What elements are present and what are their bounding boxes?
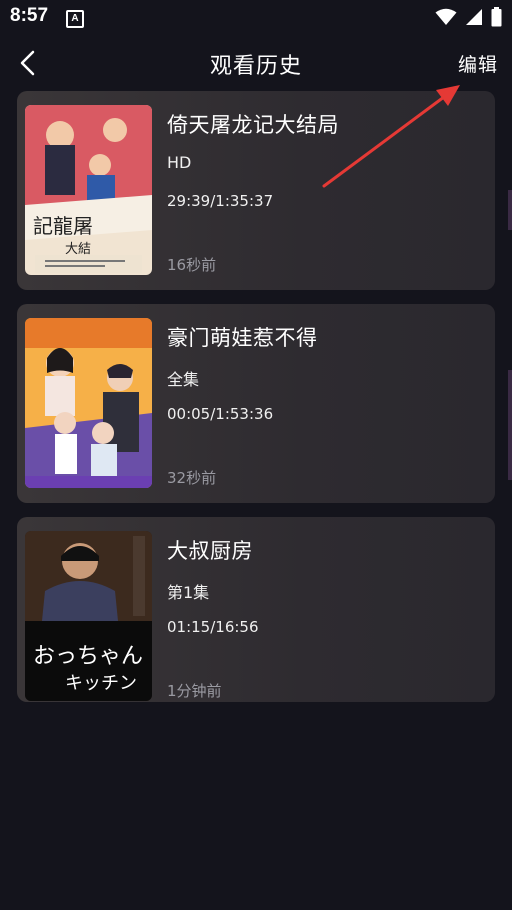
edit-button[interactable]: 编辑 (458, 50, 498, 77)
poster-thumbnail (25, 318, 152, 488)
history-title: 大叔厨房 (167, 539, 253, 563)
history-progress: 29:39/1:35:37 (167, 192, 274, 210)
history-title: 倚天屠龙记大结局 (167, 113, 339, 137)
poster-image (25, 318, 152, 488)
header: 观看历史 编辑 (0, 36, 512, 90)
history-time-ago: 1分钟前 (167, 682, 222, 700)
status-time: 8:57 (10, 5, 49, 26)
history-time-ago: 16秒前 (167, 256, 217, 274)
poster-thumbnail: おっちゃん キッチン (25, 531, 152, 701)
wifi-icon (435, 8, 457, 25)
history-progress: 01:15/16:56 (167, 618, 259, 636)
status-bar: 8:57 A (0, 0, 512, 36)
history-item[interactable]: おっちゃん キッチン 大叔厨房 第1集 01:15/16:56 1分钟前 (17, 517, 495, 702)
svg-text:記龍屠: 記龍屠 (33, 214, 93, 238)
history-progress: 00:05/1:53:36 (167, 405, 274, 423)
screen: 8:57 A 观看历史 编辑 記龍屠 大結 倚天屠龙记大结局 HD 29:39/… (0, 0, 512, 910)
history-list: 記龍屠 大結 倚天屠龙记大结局 HD 29:39/1:35:37 16秒前 豪门… (17, 91, 495, 716)
svg-text:キッチン: キッチン (65, 673, 137, 694)
history-episode: 全集 (167, 370, 200, 389)
svg-text:大結: 大結 (65, 242, 91, 257)
poster-image: 記龍屠 大結 (25, 105, 152, 275)
poster-thumbnail: 記龍屠 大結 (25, 105, 152, 275)
history-episode: HD (167, 153, 192, 172)
status-icons (435, 7, 502, 27)
battery-icon (491, 7, 502, 27)
a-icon: A (66, 10, 84, 28)
history-item[interactable]: 記龍屠 大結 倚天屠龙记大结局 HD 29:39/1:35:37 16秒前 (17, 91, 495, 290)
poster-image: おっちゃん キッチン (25, 531, 152, 701)
history-episode: 第1集 (167, 583, 210, 602)
edge-decoration (508, 190, 512, 230)
signal-icon (466, 9, 482, 25)
edge-decoration (508, 370, 512, 480)
history-item[interactable]: 豪门萌娃惹不得 全集 00:05/1:53:36 32秒前 (17, 304, 495, 503)
history-time-ago: 32秒前 (167, 469, 217, 487)
page-title: 观看历史 (209, 54, 302, 79)
svg-text:おっちゃん: おっちゃん (33, 644, 143, 669)
history-title: 豪门萌娃惹不得 (167, 326, 318, 350)
